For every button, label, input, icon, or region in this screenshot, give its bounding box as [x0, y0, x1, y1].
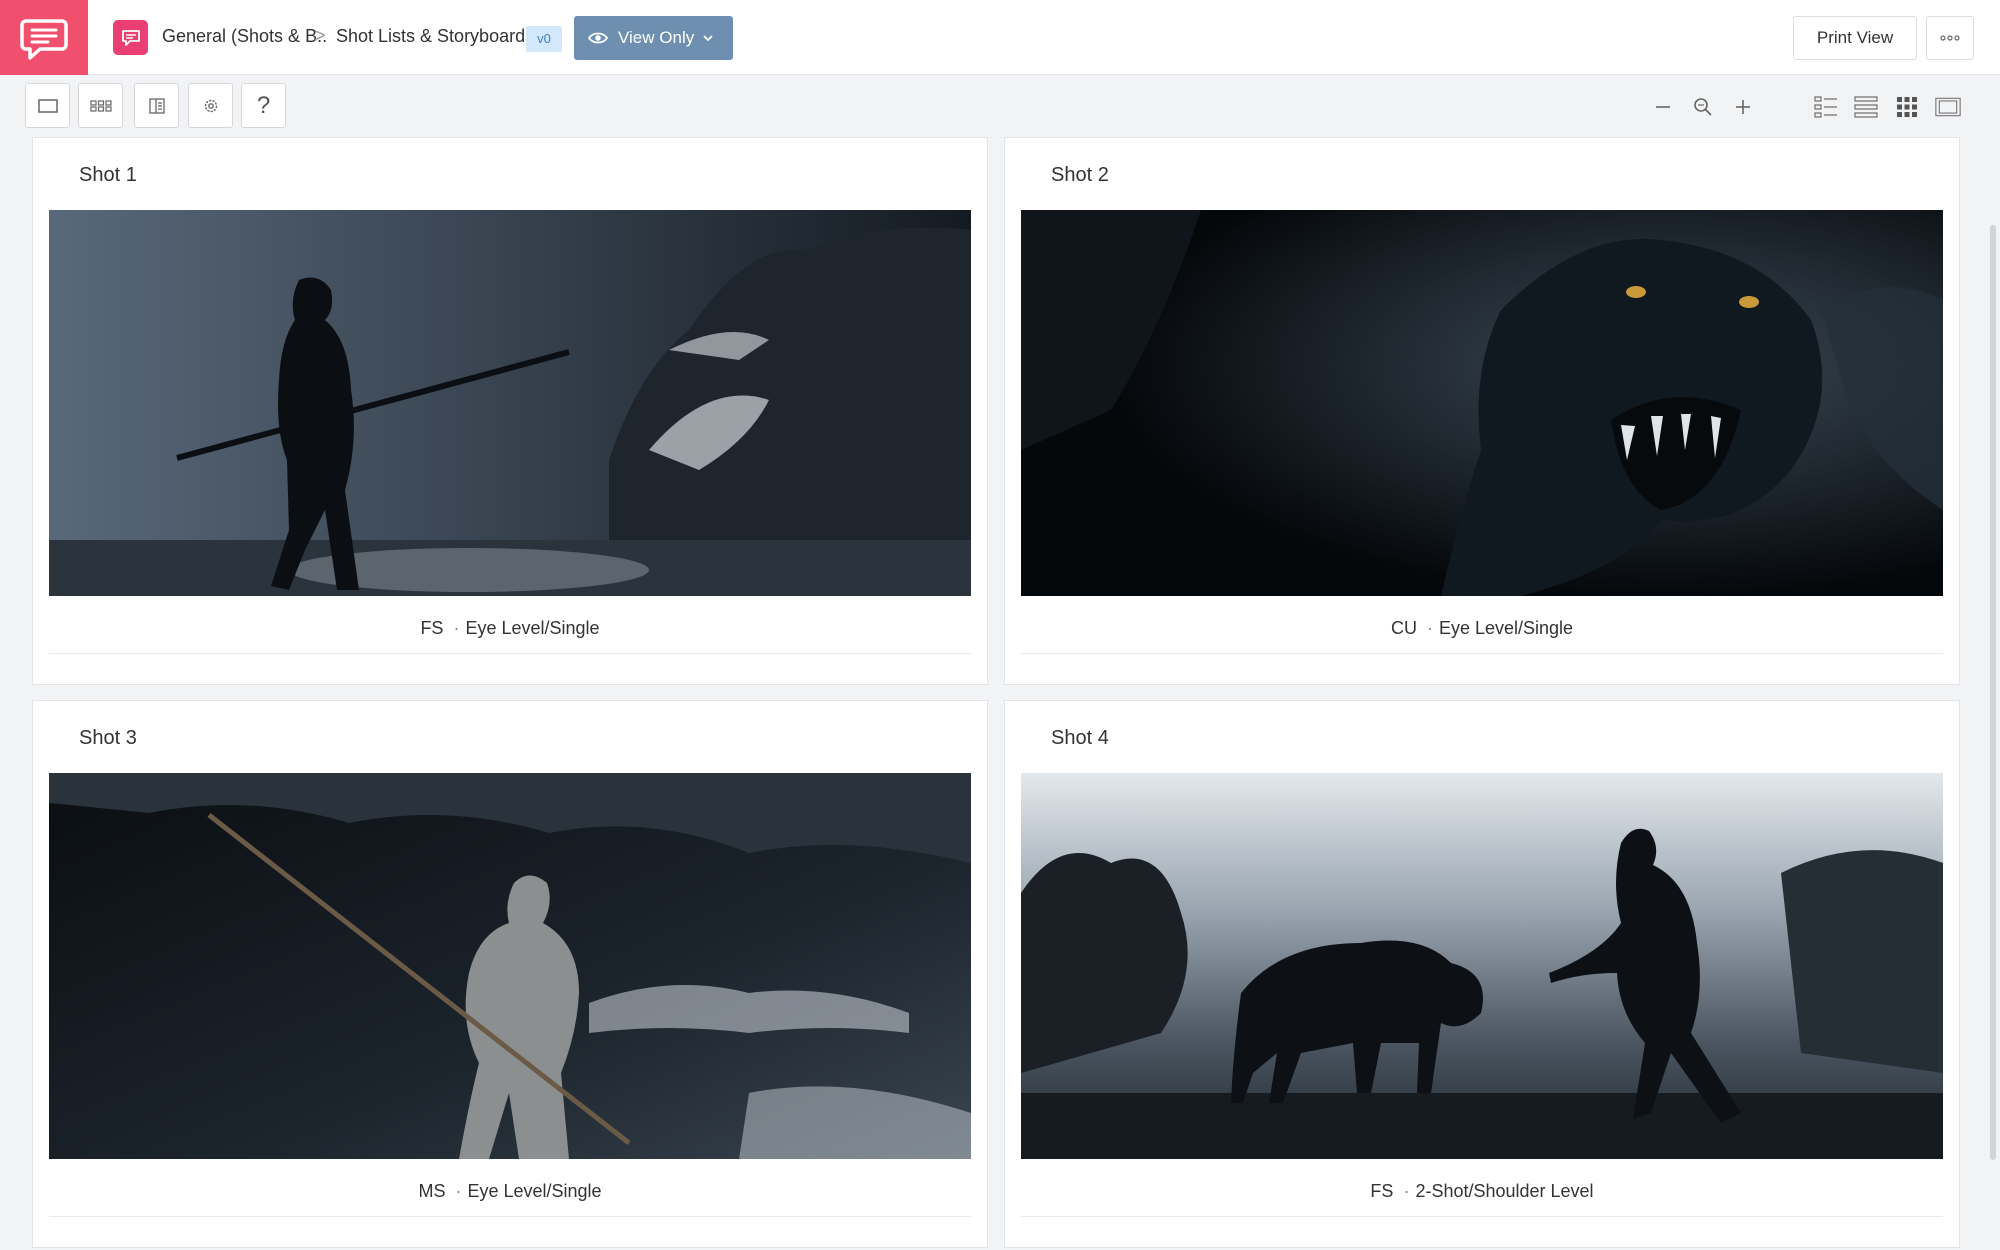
shot-title: Shot 3 — [79, 727, 137, 749]
toolbar: ? — [0, 75, 2000, 137]
meta-separator: · — [1403, 1181, 1410, 1201]
print-view-button[interactable]: Print View — [1793, 16, 1917, 60]
camera-angle: Eye Level/Single — [467, 1181, 602, 1201]
shot-card[interactable]: Shot 3 MS · Eye Level/Single — [32, 700, 988, 1248]
grid-layout-button[interactable] — [1894, 94, 1920, 120]
version-badge[interactable]: v0 — [526, 26, 562, 52]
list-detail-view-icon — [1814, 96, 1837, 118]
shot-size: CU — [1390, 618, 1417, 638]
shot-title: Shot 2 — [1051, 164, 1109, 186]
camera-angle: Eye Level/Single — [1438, 618, 1574, 638]
grid-view-icon — [1897, 97, 1917, 117]
more-dots-icon — [1940, 35, 1960, 41]
breadcrumb-page[interactable]: Shot Lists & Storyboards — [336, 26, 534, 47]
chevron-down-icon — [702, 34, 714, 42]
shot-size: MS — [418, 1181, 446, 1201]
camera-angle: 2-Shot/Shoulder Level — [1415, 1181, 1594, 1201]
project-chat-icon — [121, 29, 140, 46]
app-logo[interactable] — [0, 0, 88, 75]
filmstrip-view-icon — [1935, 97, 1961, 117]
single-frame-icon — [37, 98, 58, 113]
list-view-icon — [1854, 96, 1878, 118]
zoom-out-icon — [1656, 106, 1670, 108]
meta-separator: · — [1426, 618, 1433, 638]
shot-title: Shot 1 — [79, 164, 137, 186]
shot-meta: FS · Eye Level/Single — [33, 618, 987, 639]
more-options-button[interactable] — [1926, 16, 1974, 60]
shot-image[interactable] — [1021, 210, 1943, 596]
camera-angle: Eye Level/Single — [465, 618, 600, 638]
panel-toggle-button[interactable] — [134, 83, 179, 128]
view-mode-dropdown[interactable]: View Only — [574, 16, 733, 60]
divider — [1021, 1216, 1943, 1217]
shot-size: FS — [420, 618, 444, 638]
settings-button[interactable] — [188, 83, 233, 128]
zoom-in-icon — [1736, 100, 1750, 114]
help-button[interactable]: ? — [241, 83, 286, 128]
zoom-reset-button[interactable] — [1691, 95, 1715, 119]
divider — [49, 1216, 971, 1217]
shot-meta: MS · Eye Level/Single — [33, 1181, 987, 1202]
meta-separator: · — [455, 1181, 462, 1201]
shot-card[interactable]: Shot 1 FS · Eye Level/Single — [32, 137, 988, 685]
zoom-reset-icon — [1694, 98, 1712, 116]
shot-size: FS — [1370, 1181, 1394, 1201]
top-header: General (Shots & B.. > Shot Lists & Stor… — [0, 0, 2000, 75]
filmstrip-view-button[interactable] — [1935, 94, 1961, 120]
list-detail-view-button[interactable] — [1813, 94, 1839, 120]
divider — [49, 653, 971, 654]
grid-view-button[interactable] — [78, 83, 123, 128]
grid-view-icon — [89, 99, 112, 112]
storyboard-grid: Shot 1 FS · Eye Level/Single Shot 2 CU ·… — [0, 137, 1986, 1250]
panel-icon — [148, 97, 165, 114]
shot-image[interactable] — [49, 773, 971, 1159]
view-mode-label: View Only — [618, 28, 695, 47]
breadcrumb-separator: > — [314, 25, 326, 47]
zoom-in-button[interactable] — [1731, 95, 1755, 119]
shot-image[interactable] — [1021, 773, 1943, 1159]
shot-card[interactable]: Shot 4 FS · 2-Shot/Shoulder Level — [1004, 700, 1960, 1248]
project-icon[interactable] — [113, 20, 148, 55]
scrollbar[interactable] — [1990, 225, 1996, 1160]
single-frame-button[interactable] — [25, 83, 70, 128]
shot-card[interactable]: Shot 2 CU · Eye Level/Single — [1004, 137, 1960, 685]
shot-meta: CU · Eye Level/Single — [1005, 618, 1959, 639]
help-question-icon: ? — [256, 91, 271, 119]
settings-gear-icon — [204, 99, 217, 112]
shot-meta: FS · 2-Shot/Shoulder Level — [1005, 1181, 1959, 1202]
chat-logo-icon — [20, 18, 68, 60]
divider — [1021, 653, 1943, 654]
meta-separator: · — [453, 618, 460, 638]
shot-image[interactable] — [49, 210, 971, 596]
eye-icon — [588, 31, 608, 45]
zoom-out-button[interactable] — [1651, 95, 1675, 119]
breadcrumb-project[interactable]: General (Shots & B.. — [162, 26, 327, 47]
shot-title: Shot 4 — [1051, 727, 1109, 749]
list-view-button[interactable] — [1853, 94, 1879, 120]
